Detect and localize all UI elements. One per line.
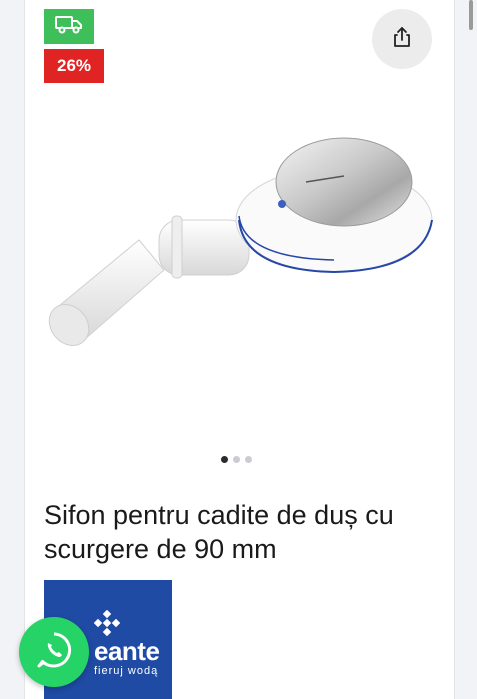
- gallery-pagination: [221, 456, 252, 463]
- scrollbar[interactable]: [469, 0, 473, 30]
- gallery-dot[interactable]: [233, 456, 240, 463]
- gallery-dot[interactable]: [245, 456, 252, 463]
- product-image[interactable]: [44, 120, 434, 350]
- share-icon: [391, 26, 413, 53]
- gallery-dot[interactable]: [221, 456, 228, 463]
- discount-badge: 26%: [44, 49, 104, 83]
- brand-tagline: fieruj wodą: [94, 665, 159, 677]
- whatsapp-icon: [34, 630, 74, 675]
- product-title: Sifon pentru cadite de duș cu scurgere d…: [44, 500, 394, 564]
- whatsapp-chat-button[interactable]: [19, 617, 89, 687]
- discount-label: 26%: [56, 56, 92, 75]
- share-button[interactable]: [372, 9, 432, 69]
- delivery-truck-icon: [55, 14, 83, 39]
- brand-name: eante: [94, 636, 160, 666]
- delivery-badge: [44, 9, 94, 44]
